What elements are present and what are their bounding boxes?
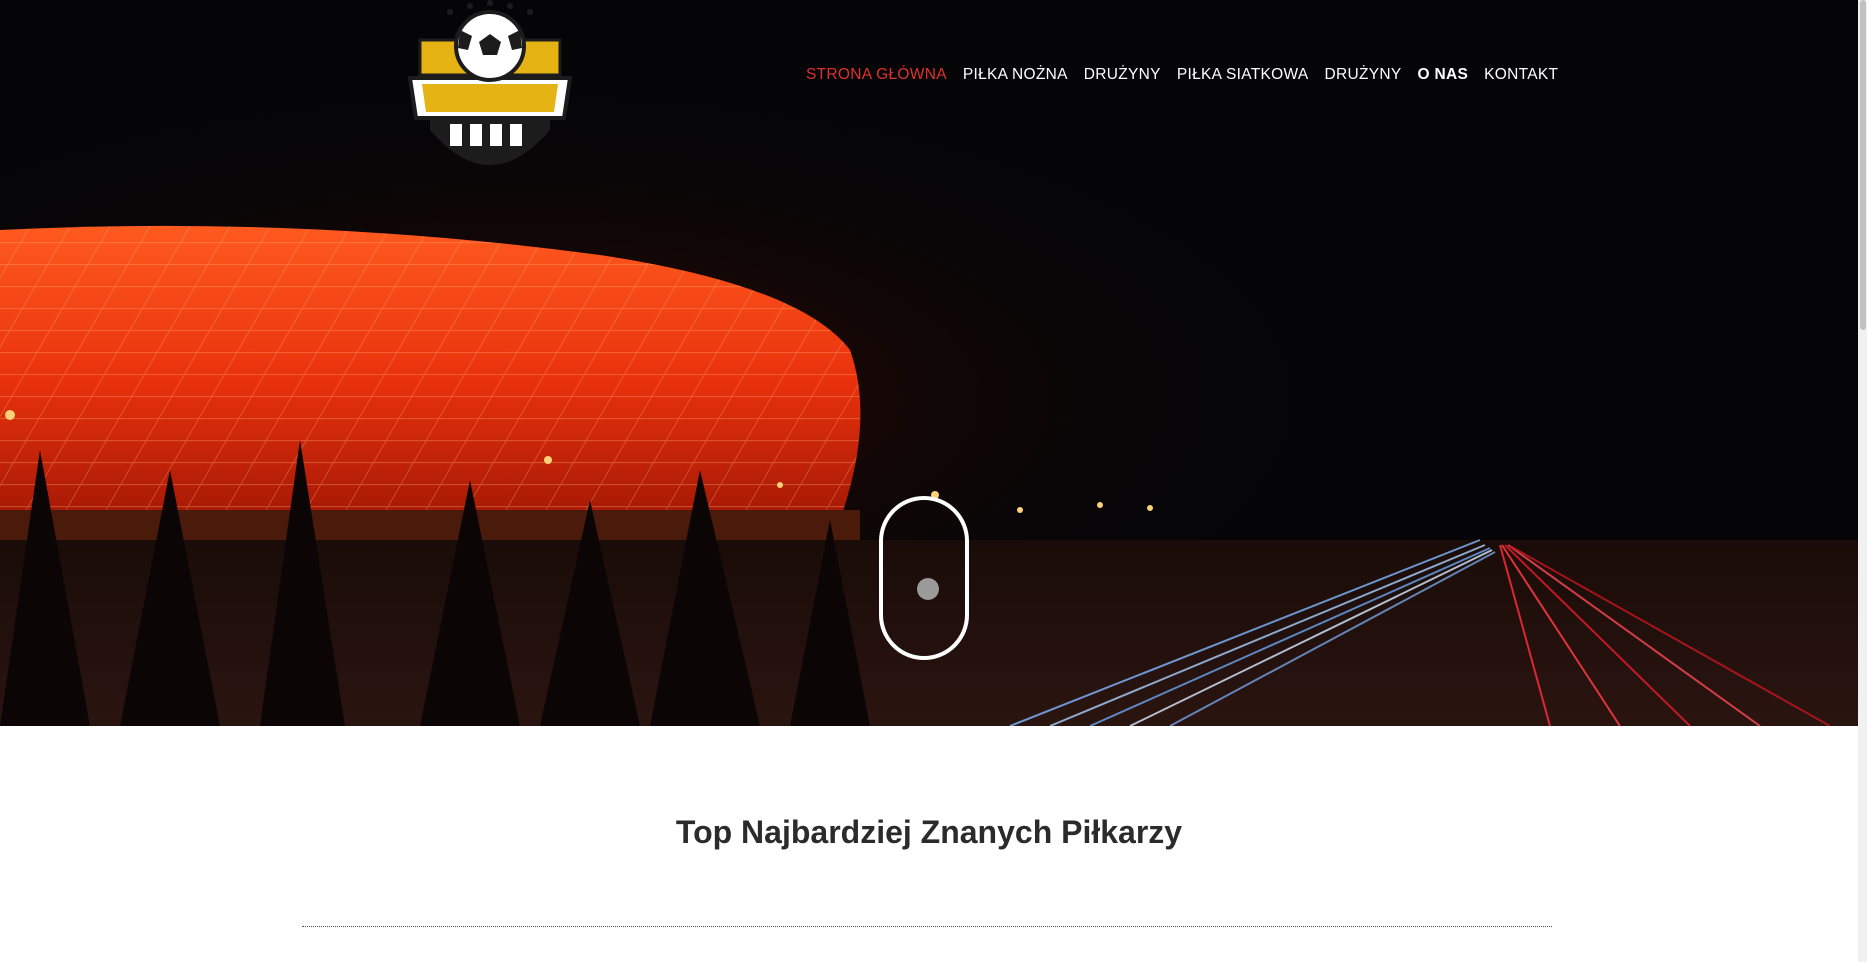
nav-item-druzyny[interactable]: DRUŻYNY bbox=[1084, 66, 1161, 84]
nav-item-pilka-nozna[interactable]: PIŁKA NOŻNA bbox=[963, 66, 1068, 84]
soccer-logo[interactable] bbox=[400, 0, 580, 180]
nav-item-strona-glowna[interactable]: STRONA GŁÓWNA bbox=[806, 66, 947, 84]
nav-item-druzyny-2[interactable]: DRUŻYNY bbox=[1325, 66, 1402, 84]
section-divider bbox=[302, 926, 1552, 927]
scrollbar-thumb[interactable] bbox=[1860, 0, 1866, 330]
scroll-dot bbox=[917, 578, 939, 600]
hero-banner: STRONA GŁÓWNA PIŁKA NOŻNA DRUŻYNY PIŁKA … bbox=[0, 0, 1858, 726]
scroll-down-indicator[interactable] bbox=[879, 496, 969, 660]
main-navigation: STRONA GŁÓWNA PIŁKA NOŻNA DRUŻYNY PIŁKA … bbox=[806, 66, 1574, 84]
nav-item-pilka-siatkowa[interactable]: PIŁKA SIATKOWA bbox=[1177, 66, 1309, 84]
section-title: Top Najbardziej Znanych Piłkarzy bbox=[675, 814, 1183, 850]
nav-item-kontakt[interactable]: KONTAKT bbox=[1484, 66, 1558, 84]
nav-item-o-nas[interactable]: O NAS bbox=[1418, 66, 1469, 84]
